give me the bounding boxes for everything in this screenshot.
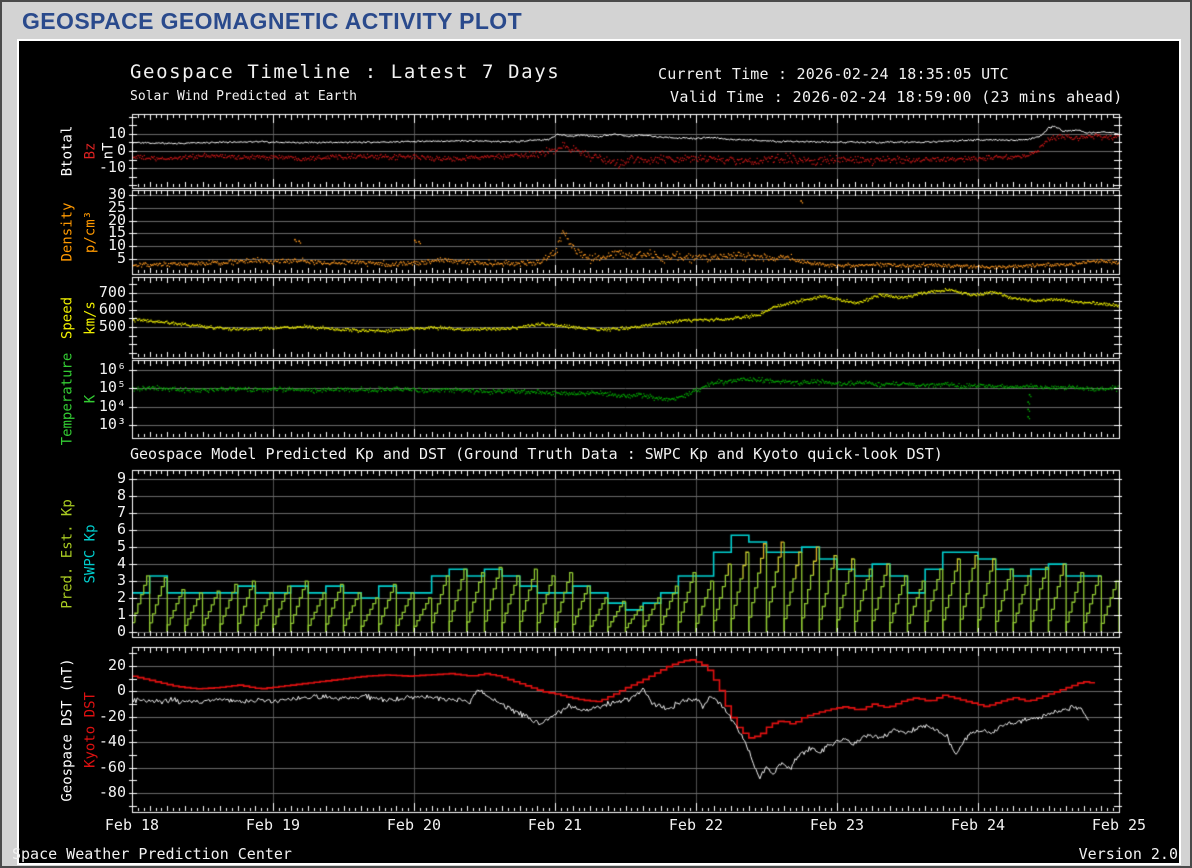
- y-tick-label-temperature: 10³: [98, 415, 126, 434]
- x-tick-label: Feb 22: [668, 816, 724, 834]
- axis-label-density: Density: [59, 202, 76, 262]
- valid-time: Valid Time : 2026-02-24 18:59:00 (23 min…: [670, 88, 1123, 106]
- y-tick-label-kp: 0: [116, 621, 126, 640]
- solar-wind-subtitle: Solar Wind Predicted at Earth: [130, 89, 357, 104]
- axis-label-bz: Bz: [82, 142, 99, 160]
- y-tick-label-temperature: 10⁵: [98, 378, 126, 397]
- page-title: GEOSPACE GEOMAGNETIC ACTIVITY PLOT: [22, 8, 523, 34]
- x-tick-label: Feb 20: [386, 816, 442, 834]
- y-tick-label-dst: -80: [98, 782, 126, 801]
- axis-label-pred-est-kp: Pred. Est. Kp: [59, 498, 76, 609]
- x-tick-label: Feb 23: [809, 816, 865, 834]
- y-tick-label-kp: 8: [116, 486, 126, 505]
- y-tick-label-speed: 700: [98, 282, 126, 301]
- page: GEOSPACE GEOMAGNETIC ACTIVITY PLOT Geosp…: [0, 0, 1192, 868]
- current-time: Current Time : 2026-02-24 18:35:05 UTC: [658, 65, 1009, 83]
- axis-label-k: K: [82, 394, 99, 404]
- axis-label-temperature: Temperature: [59, 352, 76, 446]
- x-tick-label: Feb 25: [1091, 816, 1147, 834]
- y-tick-label-kp: 2: [116, 588, 126, 606]
- axis-label-speed: Speed: [59, 296, 76, 339]
- y-tick-label-dst: 20: [107, 656, 126, 675]
- y-tick-label-bfield: 10: [107, 123, 126, 142]
- x-tick-label: Feb 21: [527, 816, 583, 834]
- plot-title: Geospace Timeline : Latest 7 Days: [130, 61, 561, 83]
- axis-label-kyoto-dst: Kyoto DST: [82, 691, 99, 768]
- y-tick-label-temperature: 10⁶: [98, 360, 126, 379]
- axis-label-km-s: km/s: [82, 300, 99, 335]
- axis-label-p-cm: p/cm³: [82, 210, 99, 254]
- kp-dst-section-title: Geospace Model Predicted Kp and DST (Gro…: [130, 445, 943, 463]
- x-tick-label: Feb 24: [950, 816, 1006, 834]
- footer-version: Version 2.0: [1078, 845, 1178, 863]
- footer-source: Space Weather Prediction Center: [12, 845, 292, 863]
- y-tick-label-kp: 1: [116, 604, 126, 623]
- axis-label-btotal: Btotal: [59, 125, 76, 177]
- x-tick-label: Feb 19: [245, 816, 301, 834]
- x-tick-label: Feb 18: [104, 816, 160, 834]
- axis-label-swpc-kp: SWPC Kp: [82, 523, 99, 584]
- y-tick-label-kp: 9: [116, 469, 126, 488]
- y-tick-label-kp: 7: [116, 503, 126, 522]
- axis-label-geospace-dst-nt: Geospace DST (nT): [59, 657, 76, 802]
- axis-label-nt: nT: [100, 142, 117, 160]
- y-tick-label-bfield: -10: [98, 158, 126, 177]
- header-bar: GEOSPACE GEOMAGNETIC ACTIVITY PLOT: [2, 2, 1190, 38]
